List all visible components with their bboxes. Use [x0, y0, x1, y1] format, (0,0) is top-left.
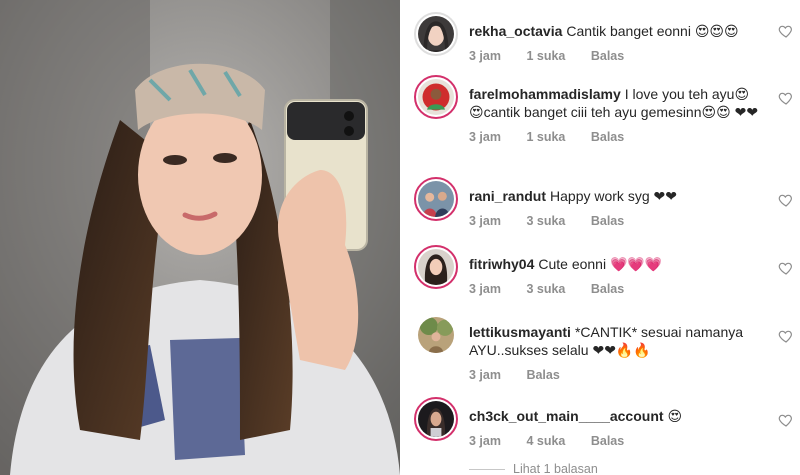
heart-outline-icon[interactable]	[778, 23, 794, 39]
comment-likes[interactable]: 4 suka	[526, 434, 565, 448]
heart-outline-icon[interactable]	[778, 260, 794, 276]
avatar-family-icon	[418, 181, 454, 217]
comment-meta: 3 jam 1 suka Balas	[469, 49, 759, 63]
comment-likes[interactable]: 3 suka	[526, 214, 565, 228]
reply-button[interactable]: Balas	[591, 130, 624, 144]
user-avatar[interactable]	[414, 397, 458, 441]
heart-outline-icon[interactable]	[778, 90, 794, 106]
comment-text-line: fitriwhy04 Cute eonni 💗💗💗	[469, 255, 759, 273]
avatar-woman-icon	[418, 249, 454, 285]
user-avatar[interactable]	[414, 313, 458, 357]
user-avatar[interactable]	[414, 177, 458, 221]
comment-body: rekha_octavia Cantik banget eonni 😍😍😍 3 j…	[469, 22, 759, 63]
comment-text: 😍	[667, 408, 683, 424]
avatar-woman-dark-icon	[418, 401, 454, 437]
user-avatar[interactable]	[414, 245, 458, 289]
avatar-outdoor-icon	[418, 317, 454, 353]
comment-likes[interactable]: 1 suka	[526, 49, 565, 63]
comment-meta: 3 jam 3 suka Balas	[469, 214, 759, 228]
comment-time[interactable]: 3 jam	[469, 368, 501, 382]
comment-text: Happy work syg ❤❤	[550, 188, 677, 204]
user-avatar[interactable]	[414, 12, 458, 56]
comment-body: lettikusmayanti *CANTIK* sesuai namanya A…	[469, 323, 759, 382]
comment-time[interactable]: 3 jam	[469, 214, 501, 228]
comment-username[interactable]: rani_randut	[469, 188, 546, 204]
user-avatar[interactable]	[414, 75, 458, 119]
comment-body: ch3ck_out_main____account 😍 3 jam 4 suka …	[469, 407, 759, 448]
avatar-man-red-bg-icon	[418, 79, 454, 115]
comment-text: Cute eonni 💗💗💗	[538, 256, 663, 272]
comment-meta: 3 jam 3 suka Balas	[469, 282, 759, 296]
comment-time[interactable]: 3 jam	[469, 434, 501, 448]
heart-outline-icon[interactable]	[778, 192, 794, 208]
view-replies-label: Lihat 1 balasan	[513, 462, 598, 475]
comment-time[interactable]: 3 jam	[469, 282, 501, 296]
comment-text-line: ch3ck_out_main____account 😍	[469, 407, 759, 425]
comment-time[interactable]: 3 jam	[469, 130, 501, 144]
reply-button[interactable]: Balas	[591, 434, 624, 448]
comment-meta: 3 jam Balas	[469, 368, 759, 382]
reply-button[interactable]: Balas	[591, 49, 624, 63]
comment-body: fitriwhy04 Cute eonni 💗💗💗 3 jam 3 suka Ba…	[469, 255, 759, 296]
heart-outline-icon[interactable]	[778, 412, 794, 428]
comment-likes[interactable]: 1 suka	[526, 130, 565, 144]
comment-text-line: farelmohammadislamy I love you teh ayu😍 😍…	[469, 85, 759, 121]
comment-text-line: lettikusmayanti *CANTIK* sesuai namanya A…	[469, 323, 759, 359]
comment-username[interactable]: rekha_octavia	[469, 23, 562, 39]
comment-body: rani_randut Happy work syg ❤❤ 3 jam 3 suk…	[469, 187, 759, 228]
comments-list: rekha_octavia Cantik banget eonni 😍😍😍 3 j…	[400, 0, 800, 475]
reply-button[interactable]: Balas	[591, 214, 624, 228]
comment-text: Cantik banget eonni 😍😍😍	[566, 23, 739, 39]
comment-likes[interactable]: 3 suka	[526, 282, 565, 296]
comment-meta: 3 jam 4 suka Balas	[469, 434, 759, 448]
comment-username[interactable]: ch3ck_out_main____account	[469, 408, 664, 424]
comment-time[interactable]: 3 jam	[469, 49, 501, 63]
comment-text-line: rekha_octavia Cantik banget eonni 😍😍😍	[469, 22, 759, 40]
comment-username[interactable]: farelmohammadislamy	[469, 86, 621, 102]
reply-button[interactable]: Balas	[526, 368, 559, 382]
comment-meta: 3 jam 1 suka Balas	[469, 130, 759, 144]
avatar-woman-hijab-icon	[418, 16, 454, 52]
reply-button[interactable]: Balas	[591, 282, 624, 296]
comment-body: farelmohammadislamy I love you teh ayu😍 😍…	[469, 85, 759, 144]
replies-divider	[469, 468, 505, 470]
comment-username[interactable]: fitriwhy04	[469, 256, 534, 272]
heart-outline-icon[interactable]	[778, 328, 794, 344]
view-replies-button[interactable]: Lihat 1 balasan	[469, 462, 598, 475]
comment-username[interactable]: lettikusmayanti	[469, 324, 571, 340]
post-photo	[0, 0, 400, 475]
comment-text-line: rani_randut Happy work syg ❤❤	[469, 187, 759, 205]
